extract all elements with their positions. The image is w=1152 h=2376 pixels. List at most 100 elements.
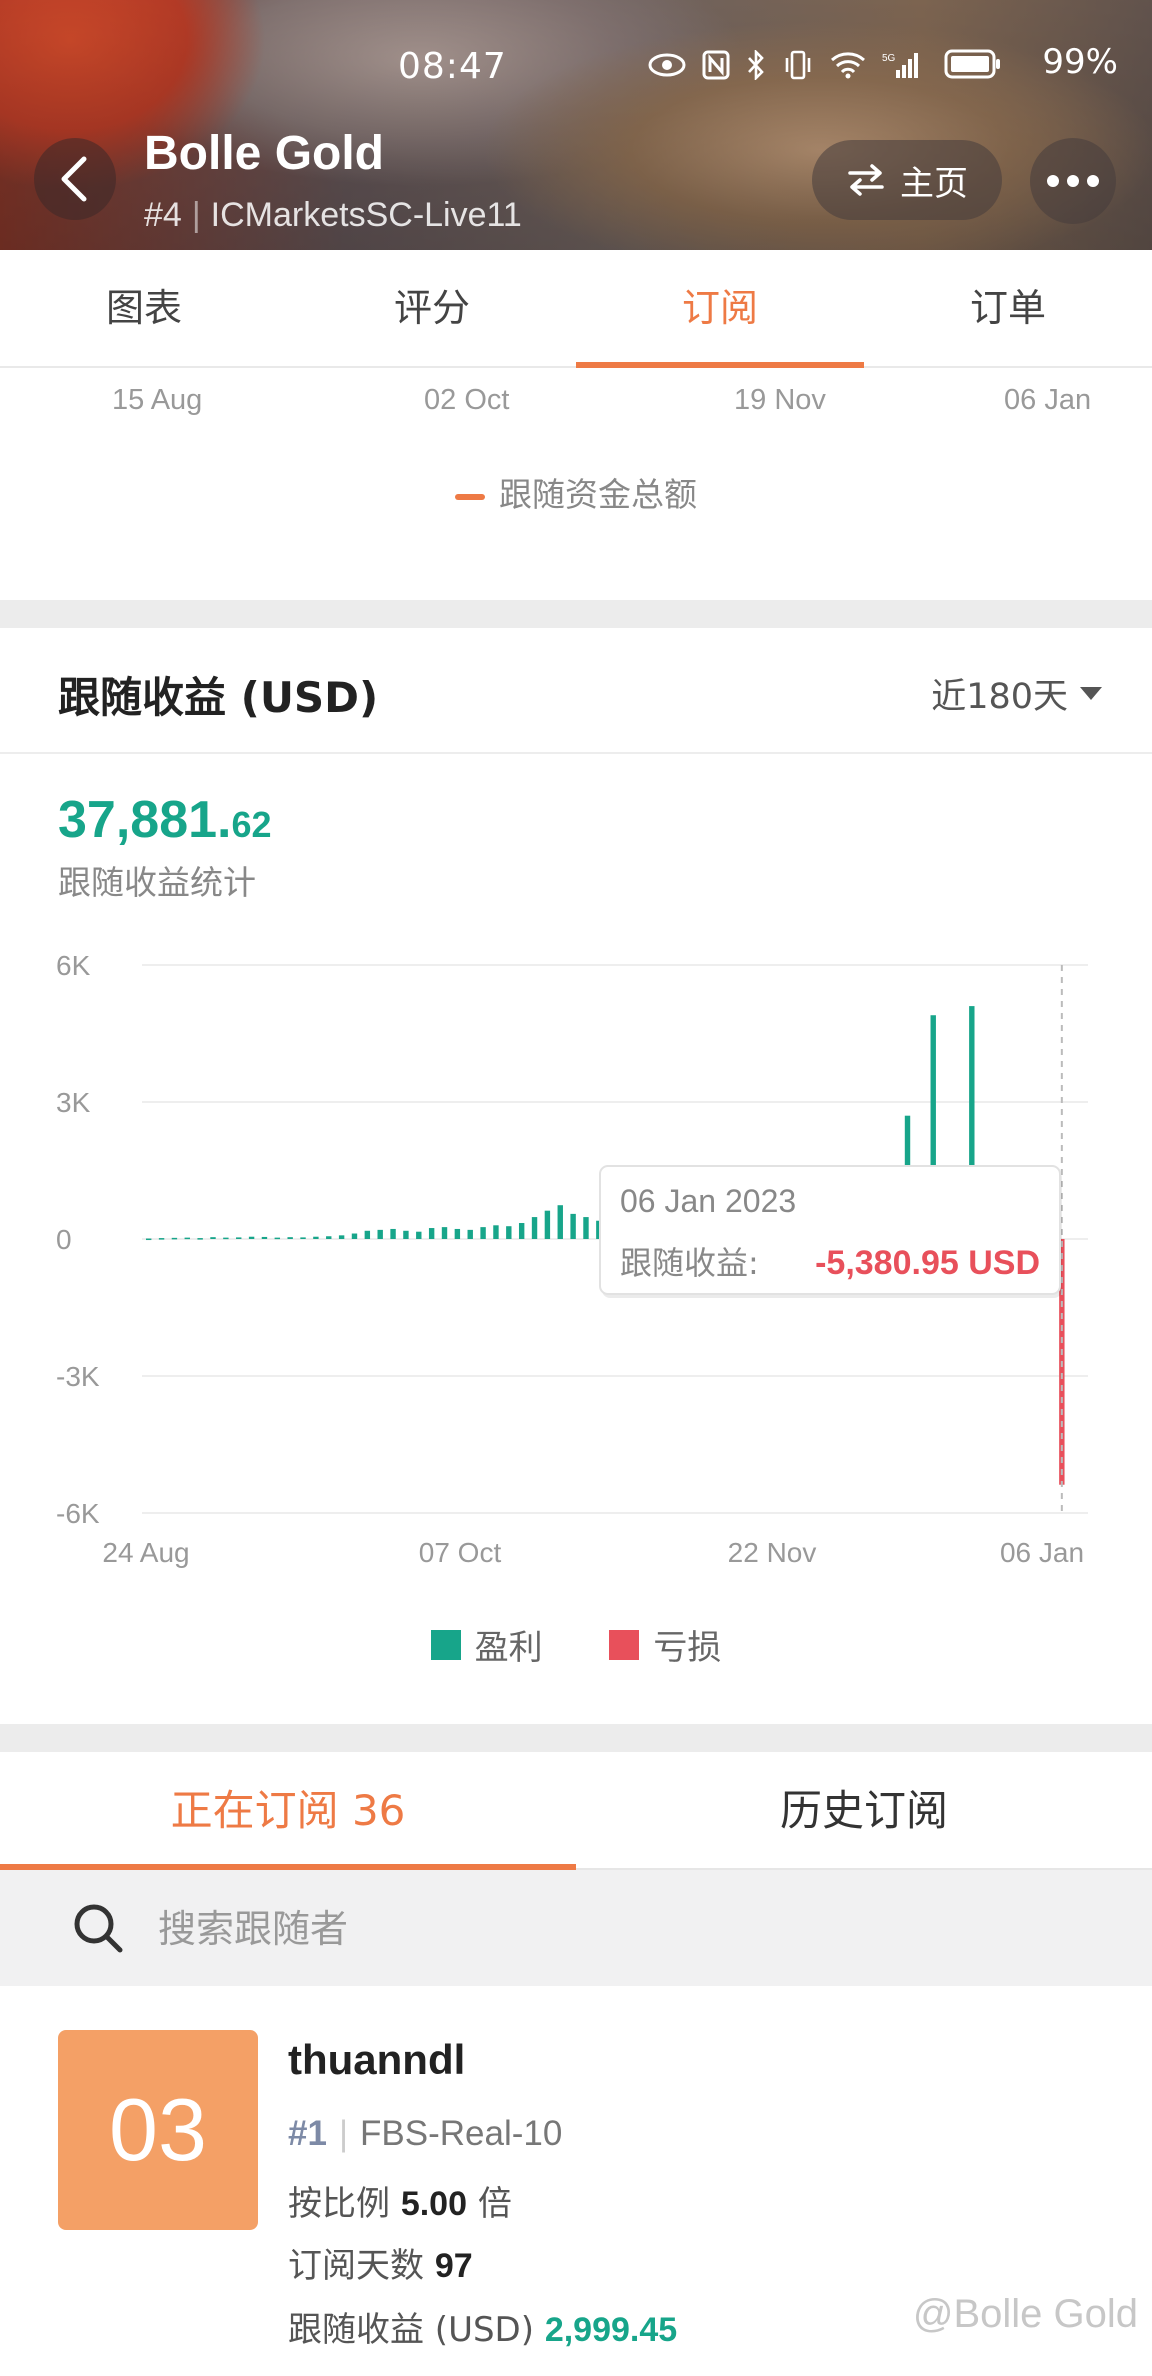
days-value: 97 (434, 2247, 473, 2285)
profit-bar (338, 1235, 345, 1239)
follower-rank: #1 (288, 2114, 327, 2153)
back-button[interactable] (34, 138, 116, 220)
divider (0, 752, 1152, 754)
section-divider (0, 600, 1152, 628)
follower-search-input[interactable] (156, 1898, 1060, 1960)
home-button-label: 主页 (900, 163, 968, 204)
tooltip-date: 06 Jan 2023 (620, 1183, 796, 1219)
x-tick: 19 Nov (734, 384, 826, 416)
status-time: 08:47 (398, 46, 507, 87)
x-tick-label: 07 Oct (419, 1537, 502, 1568)
total-profit-int: 37,881. (58, 791, 232, 849)
x-tick: 06 Jan (1004, 384, 1092, 416)
chevron-left-icon (61, 156, 87, 202)
follower-server: FBS-Real-10 (360, 2114, 563, 2153)
profit-section-title: 跟随收益 (USD) (58, 673, 379, 722)
tab-subscription[interactable]: 订阅 (576, 250, 864, 366)
legend-swatch-profit (430, 1629, 461, 1660)
profit-bar (454, 1228, 461, 1239)
profit-bar (223, 1237, 229, 1240)
range-dropdown[interactable]: 近180天 (931, 668, 1102, 719)
swap-icon (848, 164, 884, 196)
profit-bar (557, 1205, 563, 1239)
profit-bar (364, 1230, 371, 1239)
profit-bar (300, 1237, 306, 1239)
wifi-icon (830, 51, 866, 86)
x-tick-label: 06 Jan (1000, 1537, 1084, 1568)
tab-current-subscriptions[interactable]: 正在订阅 36 (0, 1754, 576, 1868)
status-bar: 08:47 5G 99% (0, 42, 1152, 92)
y-tick-label: 0 (56, 1224, 72, 1255)
section-divider (0, 1724, 1152, 1752)
y-tick-label: -3K (56, 1361, 100, 1392)
profit-bar (287, 1237, 293, 1239)
legend-item-loss[interactable]: 亏损 (609, 1620, 721, 1669)
legend-label-loss: 亏损 (653, 1628, 722, 1668)
account-info: #4 | ICMarketsSC-Live11 (144, 196, 522, 234)
profit-bar (377, 1229, 383, 1239)
tab-chart[interactable]: 图表 (0, 250, 288, 366)
profit-bar (158, 1238, 165, 1240)
profit-bar (197, 1238, 203, 1240)
profit-bar (261, 1236, 268, 1239)
tooltip-value: -5,380.95 USD (815, 1244, 1040, 1282)
total-profit-decimal: 62 (231, 804, 272, 845)
previous-chart-legend: 跟随资金总额 (0, 468, 1152, 516)
legend-item-profit[interactable]: 盈利 (430, 1620, 543, 1669)
more-button[interactable] (1030, 138, 1116, 224)
follower-profit-value: 2,999.45 (544, 2311, 678, 2349)
more-dots-icon (1047, 175, 1059, 187)
follower-ratio: 按比例 5.00 倍 (288, 2176, 512, 2225)
top-tabs: 图表 评分 订阅 订单 (0, 250, 1152, 368)
profit-bar-chart[interactable]: 6K 3K 0 -3K -6K 24 Aug 07 Oct 22 Nov 06 Jan 06 J… (0, 930, 1152, 1570)
caret-down-icon (1080, 687, 1102, 700)
profit-bar (416, 1231, 422, 1239)
account-server: ICMarketsSC-Live11 (210, 196, 522, 234)
profit-bar (544, 1210, 551, 1239)
profit-bar (403, 1230, 409, 1239)
x-tick: 15 Aug (112, 384, 203, 416)
subscription-tabs: 正在订阅 36 历史订阅 (0, 1754, 1152, 1870)
legend-line-swatch (455, 493, 485, 500)
nfc-icon (702, 50, 730, 87)
profit-bar (441, 1227, 448, 1239)
battery-icon (944, 48, 1002, 89)
page-title: Bolle Gold (144, 127, 384, 180)
follower-rank-badge: 03 (58, 2030, 258, 2230)
days-label: 订阅天数 (288, 2246, 424, 2286)
tab-history-subscriptions[interactable]: 历史订阅 (576, 1754, 1152, 1868)
home-button[interactable]: 主页 (812, 140, 1002, 220)
range-dropdown-label: 近180天 (931, 677, 1068, 717)
tab-active-indicator (576, 362, 864, 368)
ratio-label: 按比例 (288, 2184, 390, 2224)
profit-bar (313, 1236, 319, 1239)
follower-account-info: #1 | FBS-Real-10 (288, 2114, 563, 2153)
profit-bar (570, 1213, 576, 1239)
status-icons: 5G (648, 48, 922, 87)
profit-bar (493, 1225, 499, 1239)
tab-orders[interactable]: 订单 (864, 250, 1152, 366)
tab-rating[interactable]: 评分 (288, 250, 576, 366)
follower-profit: 跟随收益 (USD) 2,999.45 (288, 2302, 677, 2351)
search-icon (74, 1904, 123, 1953)
ratio-value: 5.00 (400, 2185, 467, 2223)
follower-profit-label: 跟随收益 (USD) (288, 2310, 534, 2350)
total-profit-value: 37,881.62 (58, 790, 272, 850)
eye-icon (648, 52, 686, 85)
battery-percent: 99% (1042, 42, 1118, 82)
signal-icon: 5G (882, 50, 922, 87)
profit-bar (326, 1236, 332, 1239)
total-profit-label: 跟随收益统计 (58, 863, 256, 902)
follower-search-bar (0, 1870, 1152, 1986)
x-tick: 02 Oct (424, 384, 510, 416)
profit-bar (583, 1217, 589, 1239)
follower-name[interactable]: thuanndl (288, 2036, 465, 2084)
profit-bar (390, 1228, 396, 1239)
x-tick-label: 22 Nov (728, 1537, 817, 1568)
x-tick-label: 24 Aug (102, 1537, 189, 1568)
y-tick-label: -6K (56, 1498, 100, 1529)
y-tick-label: 3K (56, 1087, 91, 1118)
follower-days: 订阅天数 97 (288, 2238, 473, 2287)
account-rank: #4 (144, 196, 182, 234)
profit-bar (428, 1228, 435, 1239)
